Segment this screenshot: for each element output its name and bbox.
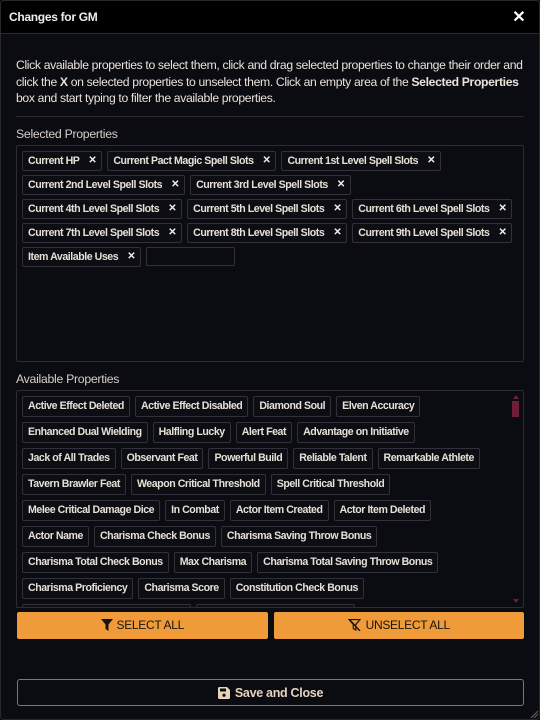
selected-property-tag[interactable]: Current 1st Level Spell Slots ✕ [281, 150, 441, 171]
unselect-all-label: UNSELECT ALL [365, 618, 451, 632]
selected-property-tag[interactable]: Current 6th Level Spell Slots ✕ [352, 198, 513, 219]
scroll-up-arrow-icon[interactable] [513, 394, 519, 399]
filter-input[interactable] [146, 246, 236, 266]
available-property-tag[interactable]: Observant Feat [120, 447, 204, 469]
available-property-tag[interactable]: Halfling Lucky [152, 421, 231, 443]
selected-property-tag[interactable]: Current 3rd Level Spell Slots ✕ [190, 174, 351, 195]
selected-property-label: Current 6th Level Spell Slots [358, 202, 490, 215]
selected-property-label: Current 3rd Level Spell Slots [196, 178, 328, 191]
resize-handle-icon[interactable] [530, 710, 538, 718]
available-property-tag[interactable]: Powerful Build [208, 447, 289, 469]
available-property-tag[interactable]: Charisma Saving Throw Bonus [220, 525, 378, 547]
available-property-tag[interactable]: Diamond Soul [253, 395, 332, 417]
filter-icon [100, 619, 113, 631]
available-property-tag[interactable]: Reliable Talent [293, 447, 373, 469]
available-property-tag[interactable]: Tavern Brawler Feat [22, 473, 126, 495]
dialog-content: Click available properties to select the… [16, 34, 524, 719]
selected-property-label: Current 7th Level Spell Slots [28, 226, 160, 239]
selected-property-tag[interactable]: Current HP ✕ [22, 150, 103, 171]
available-property-tag[interactable]: Charisma Total Saving Throw Bonus [257, 551, 439, 573]
available-property-tag[interactable]: Remarkable Athlete [377, 447, 480, 469]
selection-buttons: SELECT ALL UNSELECT ALL [17, 611, 524, 639]
selected-property-tag[interactable]: Item Available Uses ✕ [22, 246, 142, 267]
dialog-title: Changes for GM [9, 10, 98, 24]
instructions-text: on selected properties to unselect them.… [67, 74, 412, 89]
remove-icon[interactable]: ✕ [333, 203, 341, 214]
selected-property-tag[interactable]: Current Pact Magic Spell Slots ✕ [107, 150, 277, 171]
available-property-tag[interactable]: Alert Feat [235, 421, 293, 443]
dialog-header: Changes for GM ✕ [1, 1, 539, 34]
available-property-tag[interactable]: Constitution Check Bonus [229, 577, 364, 599]
instructions-bold-selected: Selected Properties [411, 74, 519, 89]
remove-icon[interactable]: ✕ [333, 227, 341, 238]
available-property-tag[interactable]: Charisma Check Bonus [93, 525, 216, 547]
save-and-close-label: Save and Close [234, 685, 324, 700]
selected-properties-box[interactable]: Current HP ✕ Current Pact Magic Spell Slot… [16, 144, 524, 362]
available-property-tag[interactable]: Charisma Score [138, 577, 225, 599]
selected-property-tag[interactable]: Current 5th Level Spell Slots ✕ [187, 198, 348, 219]
selected-property-label: Current Pact Magic Spell Slots [113, 154, 254, 167]
select-all-button[interactable]: SELECT ALL [17, 611, 268, 639]
available-property-tag[interactable]: Jack of All Trades [22, 447, 116, 469]
remove-icon[interactable]: ✕ [498, 203, 506, 214]
instructions-bold-x: X [59, 74, 68, 89]
selected-property-tag[interactable]: Current 9th Level Spell Slots ✕ [352, 222, 513, 243]
available-property-tag[interactable]: Constitution Total Check Bonus [195, 603, 355, 607]
filter-slash-icon [347, 619, 361, 631]
available-property-tag[interactable]: Actor Item Created [229, 499, 329, 521]
remove-icon[interactable]: ✕ [168, 203, 176, 214]
remove-icon[interactable]: ✕ [337, 179, 345, 190]
available-property-tag[interactable]: Charisma Total Check Bonus [22, 551, 169, 573]
remove-icon[interactable]: ✕ [427, 155, 435, 166]
remove-icon[interactable]: ✕ [171, 179, 179, 190]
selected-property-tag[interactable]: Current 2nd Level Spell Slots ✕ [22, 174, 186, 195]
remove-icon[interactable]: ✕ [127, 251, 135, 262]
selected-property-label: Current 8th Level Spell Slots [193, 226, 325, 239]
changes-dialog: Changes for GM ✕ Click available propert… [0, 0, 540, 720]
selected-properties-label: Selected Properties [16, 126, 118, 141]
remove-icon[interactable]: ✕ [263, 155, 271, 166]
selected-property-tag[interactable]: Current 7th Level Spell Slots ✕ [22, 222, 183, 243]
instructions: Click available properties to select the… [16, 57, 524, 117]
available-properties-box: Active Effect Deleted Active Effect Disab… [16, 389, 524, 608]
available-property-tag[interactable]: Enhanced Dual Wielding [22, 421, 148, 443]
scrollbar-thumb[interactable] [512, 400, 519, 417]
selected-property-label: Current 9th Level Spell Slots [358, 226, 490, 239]
select-all-label: SELECT ALL [116, 618, 185, 632]
available-property-tag[interactable]: Charisma Proficiency [22, 577, 134, 599]
selected-property-label: Current 2nd Level Spell Slots [28, 178, 163, 191]
available-properties-label: Available Properties [16, 371, 120, 386]
available-property-tag[interactable]: Weapon Critical Threshold [130, 473, 266, 495]
selected-property-label: Item Available Uses [28, 250, 119, 263]
save-icon [217, 686, 230, 699]
instructions-text: box and start typing to filter the avail… [16, 91, 276, 105]
available-property-tag[interactable]: Actor Name [22, 525, 89, 547]
selected-property-label: Current HP [28, 154, 80, 167]
scroll-down-arrow-icon[interactable] [513, 598, 519, 603]
unselect-all-button[interactable]: UNSELECT ALL [273, 611, 524, 639]
available-property-tag[interactable]: In Combat [165, 499, 225, 521]
close-icon[interactable]: ✕ [511, 9, 527, 26]
remove-icon[interactable]: ✕ [168, 227, 176, 238]
save-and-close-button[interactable]: Save and Close [17, 679, 524, 706]
available-property-tag[interactable]: Active Effect Disabled [134, 395, 249, 417]
available-property-tag[interactable]: Elven Accuracy [336, 395, 421, 417]
available-property-tag[interactable]: Constitution Saving Throw Bonus [22, 603, 191, 607]
selected-property-tag[interactable]: Current 8th Level Spell Slots ✕ [187, 222, 348, 243]
available-property-tag[interactable]: Max Charisma [173, 551, 253, 573]
selected-property-label: Current 1st Level Spell Slots [287, 154, 419, 167]
selected-property-tag[interactable]: Current 4th Level Spell Slots ✕ [22, 198, 183, 219]
selected-property-label: Current 4th Level Spell Slots [28, 202, 160, 215]
available-property-tag[interactable]: Melee Critical Damage Dice [22, 499, 161, 521]
available-property-tag[interactable]: Active Effect Deleted [22, 395, 130, 417]
available-property-tag[interactable]: Spell Critical Threshold [270, 473, 391, 495]
remove-icon[interactable]: ✕ [498, 227, 506, 238]
selected-property-label: Current 5th Level Spell Slots [193, 202, 325, 215]
available-property-tag[interactable]: Actor Item Deleted [333, 499, 432, 521]
scrollbar[interactable] [512, 394, 520, 603]
available-property-tag[interactable]: Advantage on Initiative [297, 421, 415, 443]
remove-icon[interactable]: ✕ [88, 155, 96, 166]
